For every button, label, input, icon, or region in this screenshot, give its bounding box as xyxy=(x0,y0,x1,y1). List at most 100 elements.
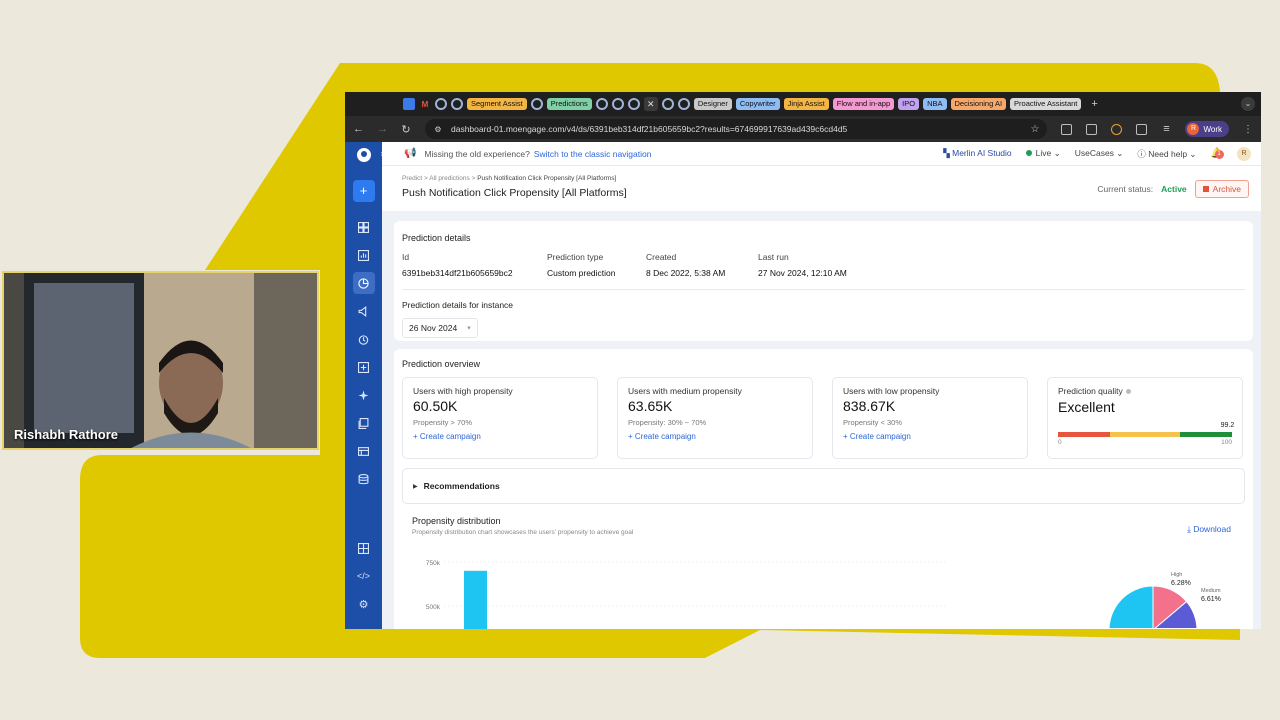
notice-text: Missing the old experience? xyxy=(424,148,530,159)
notification-bell-icon[interactable]: 🔔1 xyxy=(1211,148,1224,159)
tab-search-icon[interactable]: ⌄ xyxy=(1241,97,1255,111)
download-label: Download xyxy=(1193,524,1231,534)
tab-segment-assist[interactable]: Segment Assist xyxy=(467,98,527,110)
distribution-pie-chart: High 6.28% Medium 6.61% xyxy=(1108,572,1221,628)
tab-flow-and-in-app[interactable]: Flow and in-app xyxy=(832,98,895,110)
create-campaign-label: Create campaign xyxy=(419,432,481,441)
tab-ipo[interactable]: IPO xyxy=(898,98,920,110)
create-campaign-link[interactable]: + Create campaign xyxy=(843,432,1017,441)
info-icon[interactable] xyxy=(1125,389,1131,394)
new-tab-icon[interactable]: + xyxy=(1091,98,1097,110)
kpi-row: Users with high propensity 60.50K Propen… xyxy=(402,377,1245,459)
help-dropdown[interactable]: ⓘ Need help ⌄ xyxy=(1137,148,1196,160)
campaigns-icon[interactable] xyxy=(353,300,375,322)
usecases-label: UseCases xyxy=(1074,148,1114,158)
webcam-feed: Rishabh Rathore xyxy=(2,271,319,450)
extension-icon[interactable] xyxy=(1061,123,1073,135)
quality-value: Excellent xyxy=(1058,399,1115,415)
code-icon[interactable]: </> xyxy=(353,565,375,587)
tab-icon[interactable] xyxy=(677,98,690,110)
environment-dropdown[interactable]: Live ⌄ xyxy=(1025,148,1061,159)
data-table-icon[interactable] xyxy=(353,440,375,462)
recommendations-label: Recommendations xyxy=(423,481,500,491)
kpi-value: 60.50K xyxy=(413,398,458,414)
tab-icon[interactable] xyxy=(595,98,608,110)
url-text[interactable]: dashboard-01.moengage.com/v4/ds/6391beb3… xyxy=(451,124,1023,134)
distribution-bar[interactable] xyxy=(464,570,487,629)
instance-date-select[interactable]: 26 Nov 2024 ▾ xyxy=(402,318,478,338)
tab-jinja-assist[interactable]: Jinja Assist xyxy=(783,98,829,110)
dashboard-icon[interactable] xyxy=(353,216,375,238)
create-campaign-link[interactable]: + Create campaign xyxy=(413,432,587,441)
tab-icon[interactable] xyxy=(627,98,640,110)
quality-axis: 0 100 xyxy=(1058,439,1232,446)
flows-icon[interactable] xyxy=(353,328,375,350)
usecases-dropdown[interactable]: UseCases ⌄ xyxy=(1075,148,1124,159)
tab-icon[interactable] xyxy=(611,98,624,110)
close-tab-icon[interactable]: ✕ xyxy=(643,97,658,111)
gmail-tab-icon[interactable]: M xyxy=(419,98,431,110)
bookmark-star-icon[interactable]: ☆ xyxy=(1031,124,1040,135)
archive-label: Archive xyxy=(1212,184,1241,194)
recommendations-accordion[interactable]: ▶ Recommendations xyxy=(402,468,1245,504)
sidebar-bottom: </> ⚙ xyxy=(345,537,382,621)
tab-designer[interactable]: Designer xyxy=(693,98,732,110)
pie-label: Medium xyxy=(1201,588,1221,594)
forward-icon[interactable]: → xyxy=(377,123,388,135)
detail-id: Id 6391beb314df21b605659bc2 xyxy=(402,252,547,278)
tab-predictions[interactable]: Predictions xyxy=(546,98,592,110)
back-icon[interactable]: ← xyxy=(353,123,364,135)
extension-icon[interactable] xyxy=(1086,123,1098,135)
user-avatar[interactable]: R xyxy=(1237,146,1251,161)
quality-label: Prediction quality xyxy=(1058,386,1232,396)
merlin-ai-studio-link[interactable]: ▚ Merlin AI Studio xyxy=(943,148,1011,159)
kpi-subtext: Propensity: 30% ~ 70% xyxy=(628,418,707,427)
create-button[interactable]: + xyxy=(352,180,375,202)
tab-icon[interactable] xyxy=(435,98,447,110)
analytics-icon[interactable] xyxy=(353,244,375,266)
puzzle-icon[interactable] xyxy=(1136,123,1148,135)
tab-icon[interactable] xyxy=(661,98,674,110)
detail-label: Last run xyxy=(758,252,789,262)
site-info-icon[interactable]: ⚙ xyxy=(433,125,443,134)
browser-menu-icon[interactable]: ⋮ xyxy=(1243,124,1253,135)
tab-proactive-assistant[interactable]: Proactive Assistant xyxy=(1010,98,1082,110)
sidebar: › + </> ⚙ xyxy=(345,142,388,629)
tab-decisioning-ai[interactable]: Decisioning AI xyxy=(950,98,1007,110)
database-icon[interactable] xyxy=(353,468,375,490)
classic-navigation-link[interactable]: Switch to the classic navigation xyxy=(534,149,652,159)
content-icon[interactable] xyxy=(353,356,375,378)
live-dot-icon xyxy=(1025,150,1032,156)
tab-nba[interactable]: NBA xyxy=(923,98,947,110)
kpi-medium-propensity: Users with medium propensity 63.65K Prop… xyxy=(617,377,813,459)
tab-copywriter[interactable]: Copywriter xyxy=(735,98,780,110)
templates-icon[interactable] xyxy=(353,412,375,434)
settings-gear-icon[interactable]: ⚙ xyxy=(353,593,375,615)
moengage-logo[interactable] xyxy=(356,148,371,162)
calendar-tab-icon[interactable] xyxy=(403,98,415,110)
participant-name: Rishabh Rathore xyxy=(14,427,119,442)
help-label: Need help xyxy=(1148,148,1188,159)
webcam-image xyxy=(4,273,317,448)
detail-last-run: Last run 27 Nov 2024, 12:10 AM xyxy=(758,252,847,278)
breadcrumb-all-predictions[interactable]: All predictions xyxy=(429,175,469,182)
media-control-icon[interactable]: ≡ xyxy=(1161,123,1171,135)
url-field[interactable]: ⚙ dashboard-01.moengage.com/v4/ds/6391be… xyxy=(425,119,1048,139)
predict-icon[interactable] xyxy=(352,272,375,294)
create-campaign-link[interactable]: + Create campaign xyxy=(628,432,802,441)
breadcrumb-predict[interactable]: Predict xyxy=(402,175,422,182)
status-area: Current status: Active Archive xyxy=(1097,180,1249,198)
ai-sparkle-icon[interactable] xyxy=(353,384,375,406)
create-campaign-label: Create campaign xyxy=(634,432,696,441)
download-button[interactable]: ⤓ Download xyxy=(1187,524,1231,535)
quality-max: 100 xyxy=(1221,439,1232,446)
apps-icon[interactable] xyxy=(353,537,375,559)
tab-icon[interactable] xyxy=(530,98,543,110)
reload-icon[interactable]: ↻ xyxy=(401,123,411,136)
chevron-down-icon: ▾ xyxy=(467,325,471,332)
archive-button[interactable]: Archive xyxy=(1194,180,1249,198)
extension-icon[interactable] xyxy=(1111,123,1123,135)
tab-icon[interactable] xyxy=(451,98,463,110)
profile-button[interactable]: R Work xyxy=(1185,121,1229,137)
create-campaign-label: Create campaign xyxy=(849,432,911,441)
